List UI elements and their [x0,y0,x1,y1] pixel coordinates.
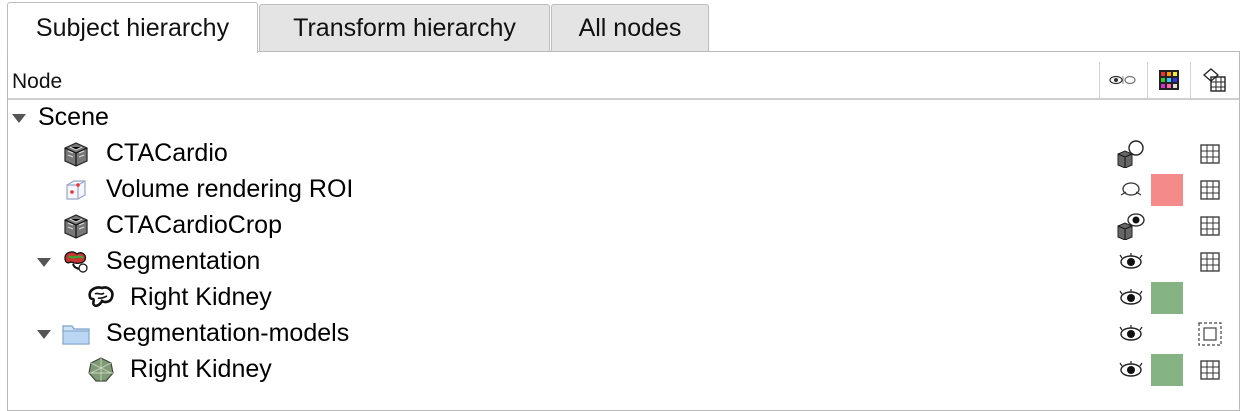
tab-label: Transform hierarchy [293,14,516,42]
volume-cube-icon [61,211,91,241]
volume-hidden-icon[interactable] [1116,139,1146,169]
node-label: Right Kidney [130,355,272,383]
node-label: Volume rendering ROI [106,175,354,203]
column-header-node[interactable]: Node [12,70,62,94]
node-label: Scene [38,103,109,131]
transform-grid-icon[interactable] [1198,142,1222,166]
transform-grid-icon[interactable] [1198,214,1222,238]
color-swatch[interactable] [1151,282,1183,314]
eye-open-icon[interactable] [1116,247,1146,277]
volume-cube-icon [61,139,91,169]
tree-row[interactable]: Right Kidney [8,352,1239,388]
tab-subject-hierarchy[interactable]: Subject hierarchy [7,2,258,53]
tree-row-scene[interactable]: Scene [8,100,1239,136]
folder-icon [61,319,91,349]
tree-row[interactable]: Volume rendering ROI [8,172,1239,208]
tree-row[interactable]: CTACardioCrop [8,208,1239,244]
transform-grid-icon[interactable] [1198,358,1222,382]
node-label: CTACardio [106,139,228,167]
transform-column-icon[interactable] [1191,62,1237,98]
expand-arrow-icon[interactable] [12,114,26,123]
model-icon [86,355,116,385]
node-label: Segmentation-models [106,319,350,347]
color-swatch[interactable] [1151,174,1183,206]
visibility-eye-icon[interactable] [1100,62,1146,98]
roi-box-icon [61,175,91,205]
tree-row[interactable]: CTACardio [8,136,1239,172]
tab-transform-hierarchy[interactable]: Transform hierarchy [259,4,550,52]
eye-open-icon[interactable] [1116,355,1146,385]
subject-hierarchy-tree: Node Scene CTACardio Volume rendering RO… [7,51,1240,411]
tree-row[interactable]: Segmentation-models [8,316,1239,352]
tree-row[interactable]: Segmentation [8,244,1239,280]
tab-bar: Subject hierarchy Transform hierarchy Al… [0,0,1246,53]
transform-grid-icon[interactable] [1198,178,1222,202]
tab-label: Subject hierarchy [35,13,230,42]
eye-open-icon[interactable] [1116,283,1146,313]
tree-row[interactable]: Right Kidney [8,280,1239,316]
node-label: Right Kidney [130,283,272,311]
expand-arrow-icon[interactable] [37,330,51,339]
segment-icon [86,283,116,313]
transform-dashed-icon[interactable] [1198,322,1222,346]
eye-open-icon[interactable] [1116,319,1146,349]
node-label: CTACardioCrop [106,211,282,239]
segmentation-icon [61,247,91,277]
volume-visible-icon[interactable] [1116,211,1146,241]
tab-label: All nodes [578,14,682,42]
eye-closed-icon[interactable] [1116,175,1146,205]
tree-header: Node [8,62,1239,100]
expand-arrow-icon[interactable] [37,258,51,267]
color-grid-icon[interactable] [1148,62,1190,98]
tab-all-nodes[interactable]: All nodes [551,4,709,52]
node-label: Segmentation [106,247,261,275]
color-swatch[interactable] [1151,354,1183,386]
transform-grid-icon[interactable] [1198,250,1222,274]
